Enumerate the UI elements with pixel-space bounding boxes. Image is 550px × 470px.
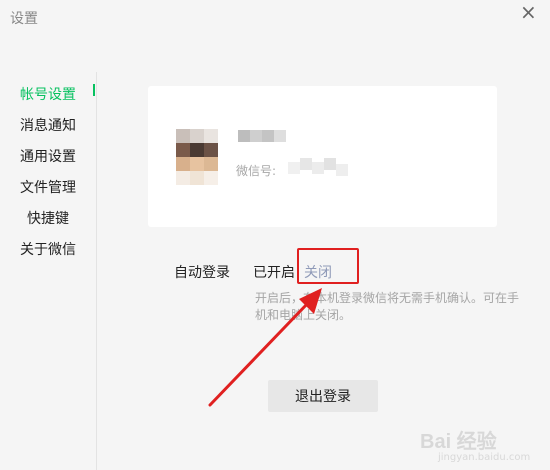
sidebar-item-notifications[interactable]: 消息通知	[20, 115, 76, 135]
profile-card: 微信号:	[148, 86, 497, 227]
sidebar-item-account[interactable]: 帐号设置	[20, 84, 76, 104]
active-indicator	[93, 84, 95, 96]
settings-window: 设置 × 帐号设置 消息通知 通用设置 文件管理 快捷键 关于微信 微信号: 自…	[0, 0, 550, 470]
sidebar-item-general[interactable]: 通用设置	[20, 146, 76, 166]
sidebar-item-about[interactable]: 关于微信	[20, 239, 76, 259]
auto-login-hint: 开启后，在本机登录微信将无需手机确认。可在手机和电脑上关闭。	[255, 291, 520, 322]
auto-login-label: 自动登录	[174, 265, 230, 281]
sidebar: 帐号设置 消息通知 通用设置 文件管理 快捷键 关于微信	[0, 72, 97, 470]
sidebar-item-files[interactable]: 文件管理	[20, 177, 76, 197]
auto-login-disable-link[interactable]: 关闭	[304, 262, 332, 282]
logout-button[interactable]: 退出登录	[268, 380, 378, 412]
wechat-id-blurred	[288, 158, 348, 180]
close-icon[interactable]: ×	[520, 2, 537, 22]
window-title: 设置	[10, 11, 38, 27]
watermark-url: jingyan.baidu.com	[438, 452, 531, 463]
watermark-logo: Bai 经验	[420, 431, 497, 453]
sidebar-item-shortcuts[interactable]: 快捷键	[27, 208, 69, 228]
auto-login-status: 已开启	[253, 265, 295, 281]
wechat-id-label: 微信号:	[236, 164, 277, 178]
avatar[interactable]	[176, 129, 218, 185]
